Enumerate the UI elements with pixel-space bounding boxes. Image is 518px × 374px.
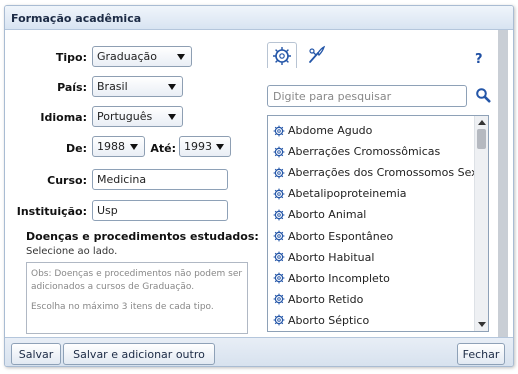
virus-icon: [273, 46, 291, 65]
list-item[interactable]: Aborto Retido: [268, 289, 473, 310]
curso-label: Curso:: [47, 174, 87, 187]
virus-icon: [273, 146, 288, 158]
virus-icon: [273, 188, 288, 200]
virus-icon: [273, 230, 288, 242]
instituicao-label: Instituição:: [16, 205, 87, 218]
virus-icon: [273, 272, 288, 284]
scalpel-icon: [309, 45, 326, 63]
idioma-label: Idioma:: [40, 111, 87, 124]
idioma-value: Português: [97, 110, 153, 123]
chevron-down-icon: [216, 144, 224, 150]
scroll-down-icon[interactable]: [478, 322, 486, 327]
diseases-subtitle: Selecione ao lado.: [26, 246, 118, 257]
tab-diseases[interactable]: [267, 42, 297, 68]
dialog-title: Formação acadêmica: [5, 6, 513, 30]
list-item-label: Abdome Agudo: [288, 124, 373, 138]
pais-select[interactable]: Brasil: [92, 76, 183, 97]
scroll-thumb[interactable]: [477, 129, 486, 149]
dialog-window: Formação acadêmica Tipo: Graduação País:…: [4, 5, 514, 367]
save-button[interactable]: Salvar: [11, 343, 61, 365]
curso-input[interactable]: Medicina: [92, 169, 228, 190]
virus-icon: [273, 251, 288, 263]
disease-list: Abdome Agudo Aberrações Cromossômicas Aber…: [267, 115, 489, 332]
virus-icon: [273, 293, 288, 305]
list-item-label: Aborto Séptico: [288, 313, 370, 327]
search-input[interactable]: Digite para pesquisar: [267, 85, 467, 107]
list-item[interactable]: Aberrações dos Cromossomos Sexuais: [268, 162, 488, 183]
virus-icon: [273, 125, 288, 137]
list-item[interactable]: Aborto Séptico: [268, 310, 473, 331]
dialog-footer: Salvar Salvar e adicionar outro Fechar: [5, 337, 513, 366]
chevron-down-icon: [168, 114, 176, 120]
search-icon[interactable]: [475, 87, 491, 106]
virus-icon: [273, 167, 288, 179]
de-label: De:: [66, 142, 87, 155]
list-item[interactable]: Aborto Espontâneo: [268, 225, 473, 246]
pais-value: Brasil: [97, 80, 128, 93]
obs-line: adicionados a cursos de Graduação.: [31, 282, 195, 292]
list-item[interactable]: Abdome Agudo: [268, 120, 473, 141]
chevron-down-icon: [177, 54, 185, 60]
ate-value: 1993: [184, 140, 212, 153]
ate-select[interactable]: 1993: [179, 136, 231, 157]
list-item-label: Abetalipoproteinemia: [288, 187, 407, 201]
diseases-title: Doenças e procedimentos estudados:: [26, 230, 259, 243]
help-button[interactable]: ?: [475, 52, 483, 67]
list-item-label: Aborto Espontâneo: [288, 229, 394, 243]
scroll-up-icon[interactable]: [478, 120, 486, 125]
ate-label: Até:: [150, 142, 176, 155]
save-add-button[interactable]: Salvar e adicionar outro: [63, 343, 215, 365]
virus-icon: [273, 209, 288, 221]
list-item[interactable]: Aborto Habitual: [268, 247, 473, 268]
virus-icon: [273, 314, 288, 326]
list-scrollbar[interactable]: [474, 116, 488, 331]
diseases-textarea[interactable]: Obs: Doenças e procedimentos não podem s…: [26, 262, 248, 334]
instituicao-input[interactable]: Usp: [92, 200, 228, 221]
tipo-label: Tipo:: [55, 51, 87, 64]
tipo-select[interactable]: Graduação: [92, 46, 192, 67]
chevron-down-icon: [168, 84, 176, 90]
list-item-label: Aborto Retido: [288, 292, 364, 306]
window-scrollbar[interactable]: [498, 30, 508, 337]
list-item[interactable]: Aborto Animal: [268, 204, 473, 225]
obs-line: Escolha no máximo 3 itens de cada tipo.: [31, 302, 214, 312]
pais-label: País:: [57, 81, 87, 94]
list-item-label: Aborto Habitual: [288, 250, 375, 264]
list-item-label: Aberrações dos Cromossomos Sexuais: [288, 166, 489, 180]
tipo-value: Graduação: [97, 50, 158, 63]
list-item-label: Aberrações Cromossômicas: [288, 145, 441, 159]
list-item[interactable]: Aberrações Cromossômicas: [268, 141, 473, 162]
list-item-label: Aborto Animal: [288, 208, 367, 222]
list-item[interactable]: Aborto Incompleto: [268, 268, 473, 289]
close-button[interactable]: Fechar: [457, 343, 505, 365]
tab-procedures[interactable]: [301, 42, 331, 68]
idioma-select[interactable]: Português: [92, 106, 183, 127]
list-item-label: Aborto Incompleto: [288, 271, 390, 285]
obs-line: Obs: Doenças e procedimentos não podem s…: [31, 269, 243, 279]
list-item[interactable]: Abetalipoproteinemia: [268, 183, 473, 204]
